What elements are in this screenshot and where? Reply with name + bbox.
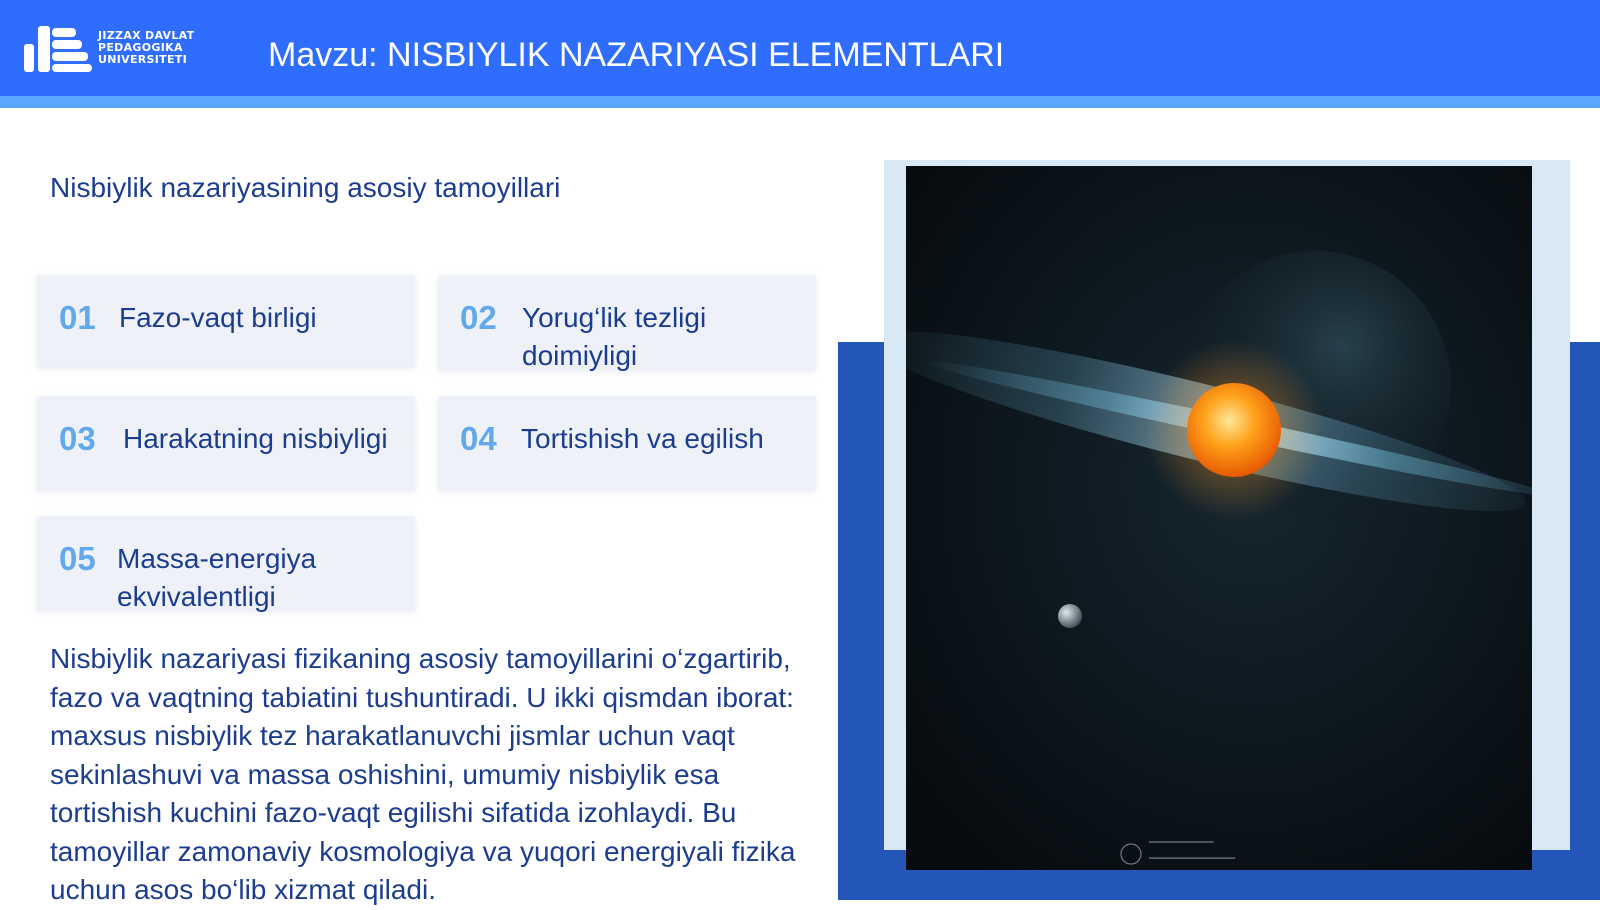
card-label: Tortishish va egilish — [521, 423, 764, 454]
card-number: 04 — [460, 420, 497, 457]
university-logo: JIZZAX DAVLAT PEDAGOGIKA UNIVERSITETI — [22, 22, 222, 76]
description-paragraph: Nisbiylik nazariyasi fizikaning asosiy t… — [50, 643, 796, 905]
principle-card-03: 03 Harakatning nisbiyligi — [37, 396, 415, 490]
university-logo-icon — [24, 26, 92, 72]
moon-icon — [1058, 604, 1082, 628]
sun-star-icon — [1187, 383, 1281, 477]
principle-card-01: 01 Fazo-vaqt birligi — [37, 275, 415, 367]
card-label: Harakatning nisbiyligi — [123, 423, 388, 454]
university-name: JIZZAX DAVLAT PEDAGOGIKA UNIVERSITETI — [98, 30, 228, 66]
caption-line: ▁▁▁▁▁▁▁▁▁▁▁▁▁▁▁▁ — [1149, 851, 1236, 859]
card-label: Massa-energiya ekvivalentligi — [117, 543, 317, 612]
header-bar: JIZZAX DAVLAT PEDAGOGIKA UNIVERSITETI Ma… — [0, 0, 1600, 96]
caption-line: ▔▔▔▔▔▔▔▔▔▔▔▔ — [1149, 842, 1214, 850]
principle-card-04: 04 Tortishish va egilish — [438, 396, 816, 490]
principle-card-05: 05 Massa-energiya ekvivalentligi — [37, 516, 415, 612]
card-label: Yorug‘lik tezligi doimiyligi — [522, 302, 707, 371]
header-stripe — [0, 96, 1600, 108]
space-illustration — [906, 166, 1532, 870]
space-scene-graphic — [906, 166, 1532, 870]
card-number: 03 — [59, 420, 96, 457]
card-number: 01 — [59, 299, 96, 336]
card-number: 05 — [59, 540, 96, 577]
logo-line: UNIVERSITETI — [98, 53, 187, 66]
slide-title: Mavzu: NISBIYLIK NAZARIYASI ELEMENTLARI — [268, 36, 1005, 74]
section-subtitle: Nisbiylik nazariyasining asosiy tamoyill… — [50, 172, 561, 203]
principle-card-02: 02 Yorug‘lik tezligi doimiyligi — [438, 275, 816, 371]
image-caption-placeholder: ▔▔▔▔▔▔▔▔▔▔▔▔ ▁▁▁▁▁▁▁▁▁▁▁▁▁▁▁▁ — [1149, 842, 1235, 860]
card-label: Fazo-vaqt birligi — [119, 302, 317, 333]
card-number: 02 — [460, 299, 497, 336]
